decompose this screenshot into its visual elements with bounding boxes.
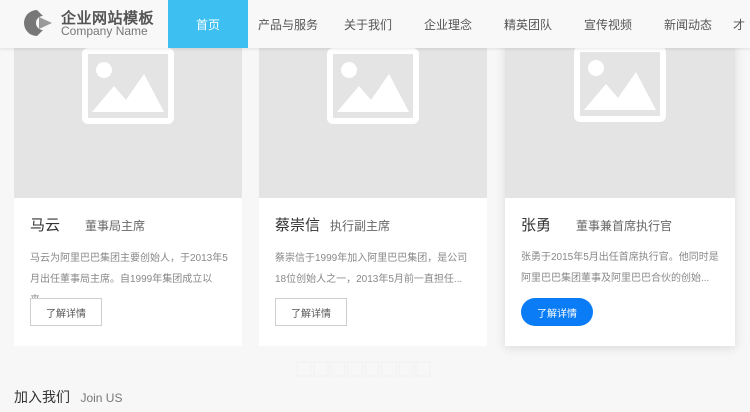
- nav-about-us[interactable]: 关于我们: [328, 0, 408, 48]
- nav-elite-team[interactable]: 精英团队: [488, 0, 568, 48]
- member-name: 蔡崇信: [275, 217, 321, 234]
- image-placeholder-icon: [327, 48, 419, 124]
- image-placeholder-icon: [82, 48, 174, 124]
- learn-more-button[interactable]: 了解详情: [30, 298, 102, 326]
- logo-icon: [24, 10, 52, 36]
- nav-products-services[interactable]: 产品与服务: [248, 0, 328, 48]
- section-subtitle: Join US: [80, 391, 123, 405]
- nav-promo-video[interactable]: 宣传视频: [568, 0, 648, 48]
- main-nav: 首页 产品与服务 关于我们 企业理念 精英团队 宣传视频 新闻动态 才: [168, 0, 750, 48]
- logo-subtitle: Company Name: [61, 24, 148, 38]
- member-description: 张勇于2015年5月出任首席执行官。他同时是 阿里巴巴集团董事及阿里巴巴合伙的创…: [521, 252, 719, 284]
- image-placeholder-icon: [574, 46, 666, 122]
- join-us-heading: 加入我们 Join US: [14, 387, 122, 407]
- faint-divider-pattern: [296, 361, 431, 377]
- nav-corporate-philosophy[interactable]: 企业理念: [408, 0, 488, 48]
- team-photo-placeholder: [14, 44, 242, 198]
- member-title: 执行副主席: [330, 219, 391, 233]
- member-name: 张勇: [521, 217, 552, 234]
- member-title: 董事局主席: [85, 219, 146, 233]
- member-description: 蔡崇信于1999年加入阿里巴巴集团，是公司 18位创始人之一，2013年5月前一…: [275, 253, 468, 285]
- nav-overflow-item[interactable]: 才: [728, 0, 750, 48]
- team-card-highlighted: 张勇 董事兼首席执行官 张勇于2015年5月出任首席执行官。他同时是 阿里巴巴集…: [505, 42, 735, 346]
- nav-home[interactable]: 首页: [168, 0, 248, 48]
- learn-more-button[interactable]: 了解详情: [521, 298, 593, 326]
- team-card: 马云 董事局主席 马云为阿里巴巴集团主要创始人，于2013年5 月出任董事局主席…: [14, 44, 242, 346]
- section-title: 加入我们: [14, 389, 70, 405]
- learn-more-button[interactable]: 了解详情: [275, 298, 347, 326]
- member-name: 马云: [30, 217, 61, 234]
- member-title: 董事兼首席执行官: [576, 219, 673, 233]
- company-logo[interactable]: 企业网站模板 Company Name: [17, 6, 177, 42]
- nav-news[interactable]: 新闻动态: [648, 0, 728, 48]
- team-card: 蔡崇信 执行副主席 蔡崇信于1999年加入阿里巴巴集团，是公司 18位创始人之一…: [259, 44, 487, 346]
- team-photo-placeholder: [259, 44, 487, 198]
- team-photo-placeholder: [505, 42, 735, 198]
- site-header: 企业网站模板 Company Name 首页 产品与服务 关于我们 企业理念 精…: [0, 0, 750, 48]
